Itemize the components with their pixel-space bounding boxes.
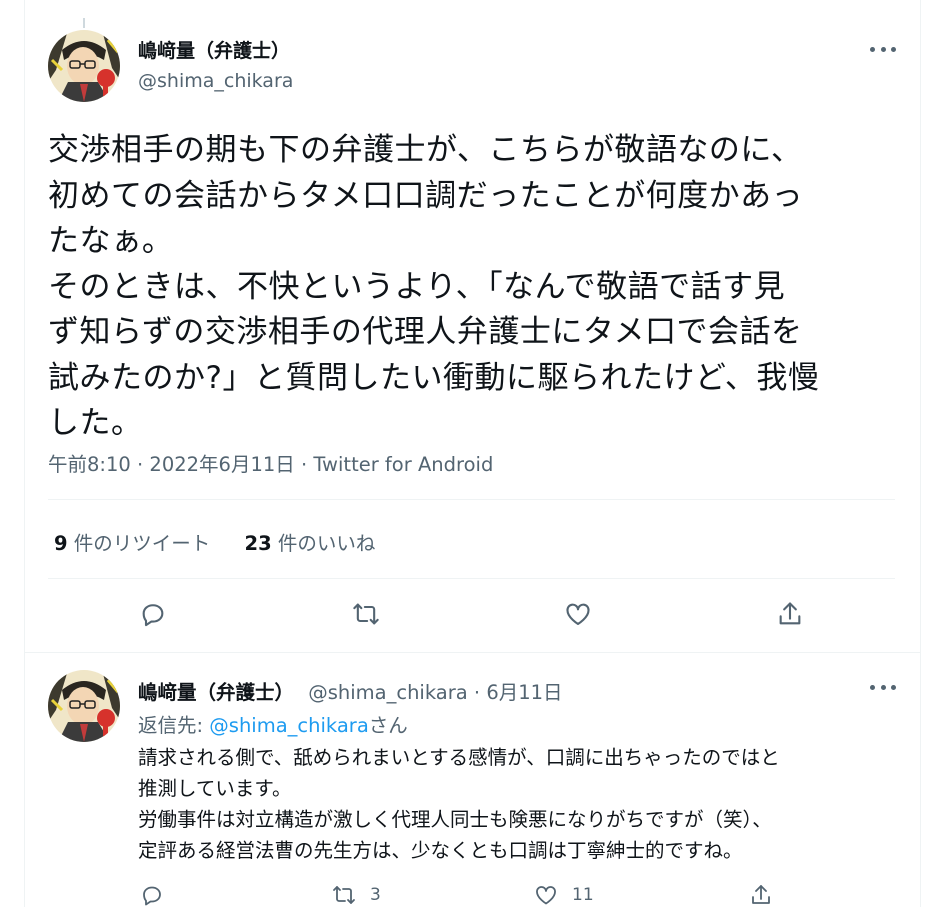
share-icon (752, 885, 770, 904)
likes-count: 23 (244, 532, 272, 555)
reply-reply-action[interactable] (140, 880, 164, 910)
replying-to: 返信先: @shima_chikaraさん (138, 709, 408, 738)
tweet-metadata: 午前8:10 · 2022年6月11日 · Twitter for Androi… (48, 448, 493, 477)
share-icon[interactable] (773, 597, 807, 631)
reply-icon (143, 886, 161, 906)
divider (48, 499, 895, 500)
column-border-left (24, 0, 25, 907)
likes-label: 件のいいね (277, 532, 376, 555)
tweet-source[interactable]: Twitter for Android (313, 453, 493, 476)
thread-line (83, 18, 85, 28)
reply-date[interactable]: 6月11日 (486, 681, 562, 704)
reply-retweet-action[interactable]: 3 (332, 880, 381, 910)
reply-text: 請求される側で、舐められまいとする感情が、口調に出ちゃったのではと 推測していま… (138, 746, 780, 862)
retweets-count: 9 (54, 532, 68, 555)
meta-separator: · (137, 453, 144, 476)
reply-share-action[interactable] (749, 880, 773, 910)
author-name[interactable]: 嶋﨑量（弁護士） (138, 36, 290, 63)
reply-header: 嶋﨑量（弁護士） @shima_chikara · 6月11日 (138, 676, 563, 705)
divider (48, 578, 895, 579)
reply-icon[interactable] (136, 597, 170, 631)
avatar[interactable] (48, 30, 120, 102)
section-divider (24, 652, 921, 653)
reply-author-handle[interactable]: @shima_chikara (308, 681, 468, 704)
likes-stat[interactable]: 23 件のいいね (245, 532, 376, 555)
replying-suffix: さん (368, 714, 408, 737)
engagement-stats: 9 件のリツイート 23 件のいいね (54, 527, 375, 556)
heart-icon[interactable] (561, 597, 595, 631)
heart-icon (536, 886, 556, 905)
more-dots-icon[interactable] (870, 44, 896, 54)
retweet-icon[interactable] (349, 597, 383, 631)
column-border-right (920, 0, 921, 907)
reply-author-name[interactable]: 嶋﨑量（弁護士） (138, 681, 294, 704)
retweets-stat[interactable]: 9 件のリツイート (54, 532, 210, 555)
meta-separator: · (300, 453, 308, 476)
retweets-label: 件のリツイート (73, 532, 211, 555)
reply-like-action[interactable]: 11 (534, 880, 594, 910)
retweet-icon (333, 886, 355, 904)
reply-retweet-count: 3 (370, 885, 381, 905)
tweet-date[interactable]: 2022年6月11日 (149, 453, 294, 476)
author-handle[interactable]: @shima_chikara (138, 70, 293, 92)
replying-mention[interactable]: @shima_chikara (209, 714, 369, 737)
reply-avatar[interactable] (48, 670, 120, 742)
replying-prefix: 返信先: (138, 714, 204, 737)
tweet-text: 交渉相手の期も下の弁護士が、こちらが敬語なのに、 初めての会話からタメ口口調だっ… (48, 132, 820, 441)
reply-separator: · (473, 681, 481, 704)
tweet-time[interactable]: 午前8:10 (48, 453, 131, 476)
more-dots-icon[interactable] (870, 682, 896, 692)
reply-like-count: 11 (572, 885, 594, 905)
